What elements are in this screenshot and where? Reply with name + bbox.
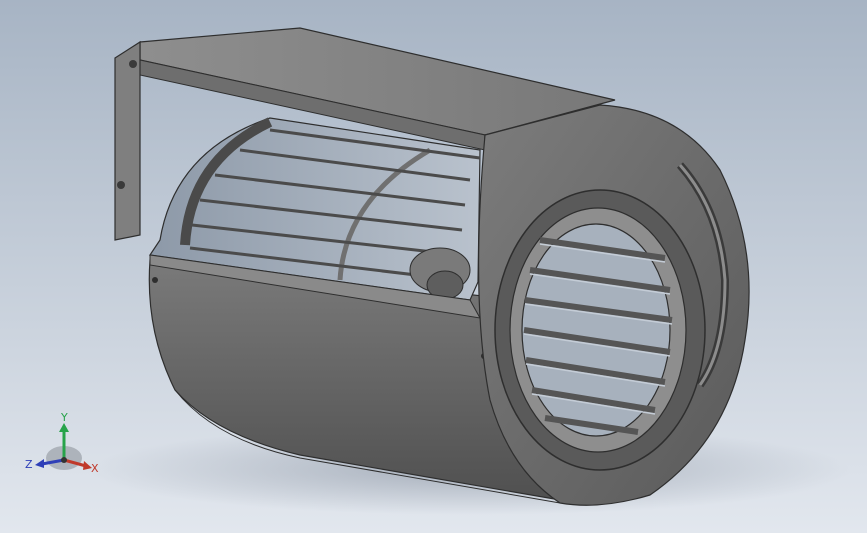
blower-fan-model[interactable] [0,0,867,533]
z-axis-label: Z [25,458,33,471]
screw-icon [152,277,158,283]
x-axis-label: X [91,462,99,475]
axis-triad: Y X Z [25,411,99,475]
mount-hole-icon [117,181,125,189]
y-axis-label: Y [60,411,68,424]
cad-viewport[interactable]: Y X Z [0,0,867,533]
mount-hole-icon [129,60,137,68]
